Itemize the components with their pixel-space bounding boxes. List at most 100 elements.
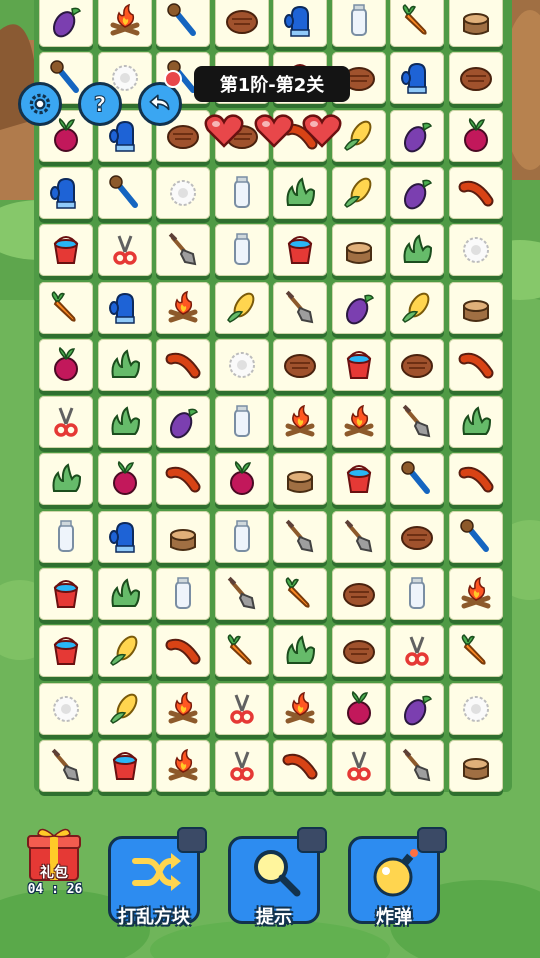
bomb-button[interactable]: 炸弹 [348, 827, 447, 928]
tile-shovel[interactable] [390, 396, 444, 449]
tile-carrot[interactable] [390, 0, 444, 47]
tile-bucket[interactable] [97, 739, 152, 792]
tile-campfire[interactable] [156, 739, 210, 792]
tile-glove[interactable] [97, 281, 152, 334]
tile-sausage[interactable] [448, 338, 503, 391]
tile-scissors[interactable] [214, 739, 269, 792]
settings-button[interactable] [18, 82, 62, 126]
tile-steak[interactable] [390, 510, 444, 563]
tile-sausage[interactable] [448, 453, 503, 506]
tile-eggplant[interactable] [390, 166, 444, 219]
tile-glove[interactable] [39, 166, 93, 219]
tile-carrot[interactable] [448, 625, 503, 678]
tile-stump[interactable] [331, 224, 386, 277]
tile-steak[interactable] [214, 0, 269, 47]
tile-sausage[interactable] [156, 625, 210, 678]
tile-carrot[interactable] [214, 625, 269, 678]
tile-corn[interactable] [331, 166, 386, 219]
tile-beet[interactable] [39, 338, 93, 391]
tile-matchstick[interactable] [156, 0, 210, 47]
tile-shovel[interactable] [214, 568, 269, 620]
tile-campfire[interactable] [448, 568, 503, 620]
tile-beet[interactable] [97, 453, 152, 506]
tile-flower[interactable] [448, 682, 503, 735]
tile-stump[interactable] [156, 510, 210, 563]
tile-bush[interactable] [273, 625, 327, 678]
tile-eggplant[interactable] [331, 281, 386, 334]
tile-campfire[interactable] [273, 396, 327, 449]
tile-bush[interactable] [273, 166, 327, 219]
tile-campfire[interactable] [97, 0, 152, 47]
tile-milk[interactable] [390, 568, 444, 620]
tile-stump[interactable] [273, 453, 327, 506]
tile-scissors[interactable] [390, 625, 444, 678]
tile-campfire[interactable] [156, 682, 210, 735]
tile-milk[interactable] [39, 510, 93, 563]
tile-flower[interactable] [448, 224, 503, 277]
tile-steak[interactable] [331, 568, 386, 620]
tile-eggplant[interactable] [390, 109, 444, 162]
tile-shovel[interactable] [273, 510, 327, 563]
tile-glove[interactable] [273, 0, 327, 47]
tile-sausage[interactable] [156, 338, 210, 391]
tile-corn[interactable] [97, 625, 152, 678]
tile-flower[interactable] [39, 682, 93, 735]
tile-matchstick[interactable] [97, 166, 152, 219]
tile-bush[interactable] [448, 396, 503, 449]
tile-sausage[interactable] [273, 739, 327, 792]
tile-steak[interactable] [331, 625, 386, 678]
undo-button[interactable] [138, 82, 182, 126]
tile-corn[interactable] [390, 281, 444, 334]
tile-flower[interactable] [156, 166, 210, 219]
tile-eggplant[interactable] [39, 0, 93, 47]
tile-sausage[interactable] [448, 166, 503, 219]
tile-scissors[interactable] [97, 224, 152, 277]
tile-sausage[interactable] [156, 453, 210, 506]
tile-bush[interactable] [97, 568, 152, 620]
tile-stump[interactable] [448, 281, 503, 334]
tile-beet[interactable] [331, 682, 386, 735]
tile-milk[interactable] [214, 166, 269, 219]
tile-bucket[interactable] [331, 453, 386, 506]
tile-shovel[interactable] [273, 281, 327, 334]
tile-stump[interactable] [448, 739, 503, 792]
tile-bush[interactable] [97, 396, 152, 449]
tile-eggplant[interactable] [156, 396, 210, 449]
tile-glove[interactable] [390, 52, 444, 105]
shuffle-button[interactable]: 打乱方块 [108, 827, 207, 928]
tile-corn[interactable] [97, 682, 152, 735]
tile-beet[interactable] [448, 109, 503, 162]
tile-shovel[interactable] [39, 739, 93, 792]
tile-milk[interactable] [214, 224, 269, 277]
tile-carrot[interactable] [273, 568, 327, 620]
tile-matchstick[interactable] [448, 510, 503, 563]
tile-steak[interactable] [390, 338, 444, 391]
tile-milk[interactable] [331, 0, 386, 47]
tile-milk[interactable] [214, 510, 269, 563]
tile-campfire[interactable] [156, 281, 210, 334]
tile-shovel[interactable] [331, 510, 386, 563]
tile-steak[interactable] [273, 338, 327, 391]
tile-glove[interactable] [97, 510, 152, 563]
tile-beet[interactable] [214, 453, 269, 506]
tile-bush[interactable] [390, 224, 444, 277]
tile-shovel[interactable] [156, 224, 210, 277]
tile-milk[interactable] [156, 568, 210, 620]
tile-shovel[interactable] [390, 739, 444, 792]
tile-corn[interactable] [214, 281, 269, 334]
tile-bush[interactable] [97, 338, 152, 391]
tile-steak[interactable] [448, 52, 503, 105]
tile-scissors[interactable] [214, 682, 269, 735]
tile-milk[interactable] [214, 396, 269, 449]
help-button[interactable]: ? [78, 82, 122, 126]
tile-bucket[interactable] [273, 224, 327, 277]
tile-bucket[interactable] [39, 568, 93, 620]
tile-campfire[interactable] [331, 396, 386, 449]
tile-matchstick[interactable] [390, 453, 444, 506]
tile-scissors[interactable] [39, 396, 93, 449]
tile-bucket[interactable] [39, 224, 93, 277]
tile-stump[interactable] [448, 0, 503, 47]
tile-scissors[interactable] [331, 739, 386, 792]
tile-flower[interactable] [214, 338, 269, 391]
tile-bush[interactable] [39, 453, 93, 506]
